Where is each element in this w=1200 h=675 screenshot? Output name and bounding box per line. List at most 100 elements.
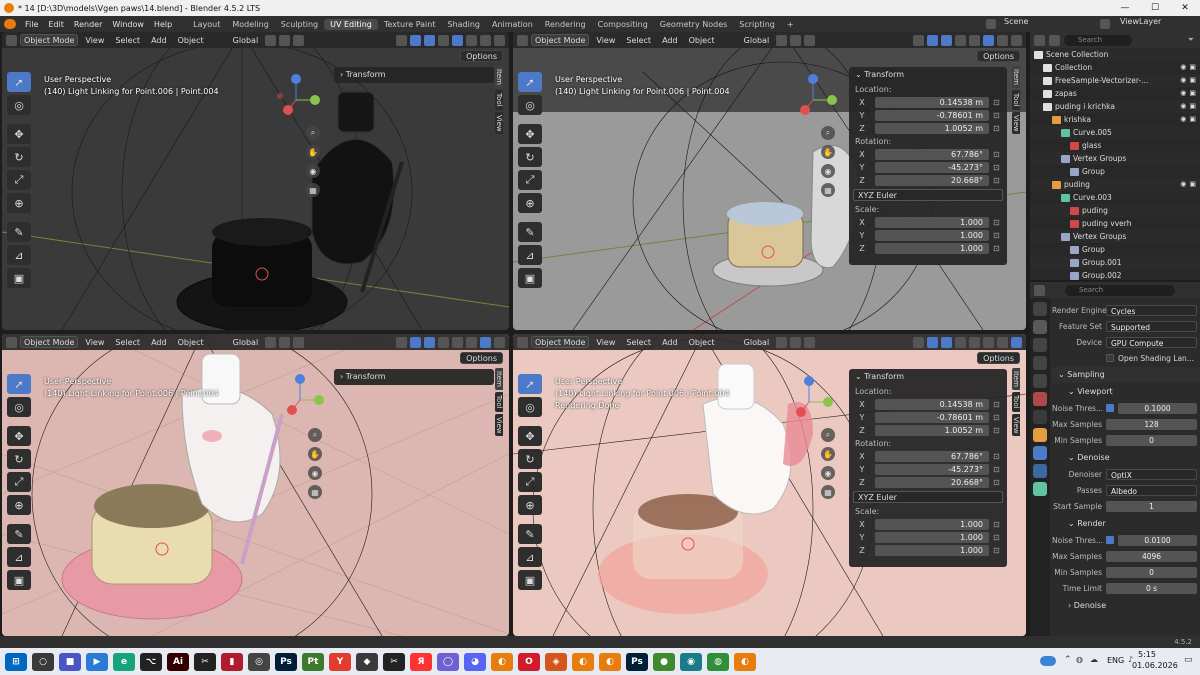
measure-tool-icon[interactable]: ⊿ [7,547,31,567]
lock-icon[interactable]: ⊡ [993,413,1007,422]
eye-icon[interactable]: ◉ [1180,87,1186,100]
move-tool-icon[interactable]: ✥ [518,426,542,446]
rotate-tool-icon[interactable]: ↻ [518,449,542,469]
transform-tool-icon[interactable]: ⊕ [518,495,542,515]
menu-render[interactable]: Render [69,20,107,29]
object-menu[interactable]: Object [174,36,208,45]
transform-tool-icon[interactable]: ⊕ [518,193,542,213]
photoshop-icon-2[interactable]: Ps [626,652,648,671]
collection-tab-icon[interactable] [1033,410,1047,424]
tray-chevron-icon[interactable]: ⌃ [1064,655,1072,665]
xray-icon[interactable] [955,336,966,348]
location-y-field[interactable]: -0.78601 m [875,412,989,423]
gizmo-icon[interactable] [927,336,938,348]
outliner-row[interactable]: Curve.003 [1030,191,1200,204]
location-x-field[interactable]: 0.14538 m [875,399,989,410]
tab-view[interactable]: View [1012,111,1020,135]
proportional-icon[interactable] [293,34,305,46]
annotate-tool-icon[interactable]: ✎ [7,524,31,544]
location-y-field[interactable]: -0.78601 m [875,110,989,121]
ortho-grid-icon[interactable]: ▦ [308,485,322,499]
noise-threshold-checkbox[interactable] [1106,536,1114,544]
eye-icon[interactable]: ◉ [1180,74,1186,87]
select-tool-icon[interactable]: ➚ [7,72,31,92]
rotation-z-field[interactable]: 20.668° [875,175,989,186]
options-button[interactable]: Options [460,50,503,62]
zoom-icon[interactable]: ⌕ [308,428,322,442]
location-z-field[interactable]: 1.0052 m [875,123,989,134]
settings-app-icon[interactable]: ◎ [248,652,270,671]
outliner-row[interactable]: puding vverh [1030,217,1200,230]
lock-icon[interactable]: ⊡ [993,426,1007,435]
open-shading-checkbox[interactable] [1106,354,1114,362]
object-menu[interactable]: Object [685,36,719,45]
eye-icon[interactable]: ◉ [1180,61,1186,74]
rotation-mode-dropdown[interactable]: XYZ Euler [853,189,1003,201]
tab-layout[interactable]: Layout [187,19,226,30]
viewport-bottom-left[interactable]: Object Mode View Select Add Object Globa… [2,334,509,636]
select-menu[interactable]: Select [622,36,655,45]
snap-icon[interactable] [790,34,802,46]
sampling-section[interactable]: ⌄ Sampling [1052,367,1200,383]
shading-material-icon[interactable] [480,336,491,348]
rotate-tool-icon[interactable]: ↻ [7,449,31,469]
viewport-top-left[interactable]: Object Mode View Select Add Object Globa… [2,32,509,330]
maximize-button[interactable]: ☐ [1140,0,1170,16]
view-menu[interactable]: View [81,36,108,45]
camera-icon[interactable]: ▣ [1189,100,1196,113]
tab-tool[interactable]: Tool [1012,89,1020,110]
scene-selector-icon[interactable] [986,19,996,29]
cursor-tool-icon[interactable]: ◎ [518,397,542,417]
camera-view-icon[interactable]: ◉ [821,466,835,480]
tab-item[interactable]: Item [1012,66,1020,88]
scale-tool-icon[interactable]: ⤢ [7,170,31,190]
view-layer-name[interactable]: ViewLayer [1120,17,1161,26]
pan-hand-icon[interactable]: ✋ [821,447,835,461]
location-x-field[interactable]: 0.14538 m [875,97,989,108]
camera-icon[interactable]: ▣ [1189,178,1196,191]
scene-tab-icon[interactable] [1033,374,1047,388]
view-menu[interactable]: View [81,338,108,347]
rotation-y-field[interactable]: -45.273° [875,464,989,475]
view-menu[interactable]: View [592,36,619,45]
cursor-tool-icon[interactable]: ◎ [7,95,31,115]
tab-uv-editing[interactable]: UV Editing [324,18,378,30]
blender-icon[interactable]: ◐ [491,652,513,671]
lock-icon[interactable]: ⊡ [993,533,1007,542]
gizmo-icon[interactable] [410,34,421,46]
editor-type-icon[interactable] [6,336,17,348]
lock-icon[interactable]: ⊡ [993,150,1007,159]
location-z-field[interactable]: 1.0052 m [875,425,989,436]
add-workspace-button[interactable]: + [781,19,800,30]
scale-x-field[interactable]: 1.000 [875,217,989,228]
cursor-tool-icon[interactable]: ◎ [7,397,31,417]
tab-view[interactable]: View [495,111,503,135]
minimize-button[interactable]: — [1110,0,1140,16]
shading-wire-icon[interactable] [969,34,980,46]
visibility-icon[interactable] [396,336,407,348]
rotation-mode-dropdown[interactable]: XYZ Euler [853,491,1003,503]
lock-icon[interactable]: ⊡ [993,452,1007,461]
tab-view[interactable]: View [495,413,503,437]
rotation-y-field[interactable]: -45.273° [875,162,989,173]
orientation-dropdown[interactable]: Global [229,36,263,45]
eye-icon[interactable]: ◉ [1180,178,1186,191]
brush-app-icon[interactable]: ◆ [356,652,378,671]
add-cube-tool-icon[interactable]: ▣ [518,268,542,288]
menu-window[interactable]: Window [107,20,149,29]
illustrator-icon[interactable]: Ai [167,652,189,671]
add-menu[interactable]: Add [658,338,682,347]
blender-menu-icon[interactable] [4,19,16,29]
editor-type-icon[interactable] [517,34,528,46]
zoom-icon[interactable]: ⌕ [821,428,835,442]
filter-icon[interactable]: ⏷ [1188,35,1194,45]
editor-type-icon[interactable] [1034,284,1045,296]
outliner-row[interactable]: Group.002 [1030,269,1200,282]
tool-tab-icon[interactable] [1033,302,1047,316]
yandex-icon[interactable]: Я [410,652,432,671]
ortho-grid-icon[interactable]: ▦ [306,183,320,197]
rotation-x-field[interactable]: 67.786° [875,451,989,462]
discord-icon[interactable]: ◕ [464,652,486,671]
shading-wire-icon[interactable] [452,34,463,46]
gizmo-icon[interactable] [927,34,938,46]
